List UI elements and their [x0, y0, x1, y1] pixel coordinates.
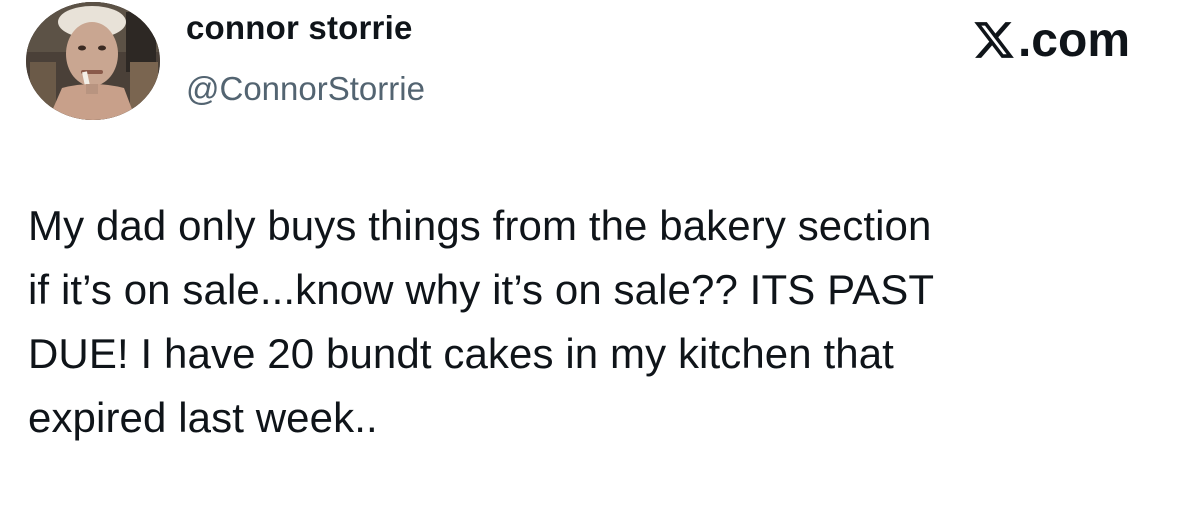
- tweet-text-line: My dad only buys things from the bakery …: [28, 202, 932, 249]
- profile-photo: [26, 2, 160, 120]
- author-block: connor storrie @ConnorStorrie: [186, 6, 425, 111]
- tweet-card: connor storrie @ConnorStorrie .com My da…: [0, 0, 1180, 524]
- x-logo-icon: [972, 18, 1016, 62]
- display-name[interactable]: connor storrie: [186, 6, 425, 50]
- brand-domain: .com: [1017, 13, 1130, 67]
- user-handle[interactable]: @ConnorStorrie: [186, 67, 425, 111]
- x-brand: .com: [972, 12, 1130, 68]
- avatar[interactable]: [26, 2, 160, 120]
- tweet-text-line: DUE! I have 20 bundt cakes in my kitchen…: [28, 330, 894, 377]
- tweet-text-line: expired last week..: [28, 394, 378, 441]
- tweet-text: My dad only buys things from the bakery …: [28, 194, 1158, 450]
- tweet-text-line: if it’s on sale...know why it’s on sale?…: [28, 266, 935, 313]
